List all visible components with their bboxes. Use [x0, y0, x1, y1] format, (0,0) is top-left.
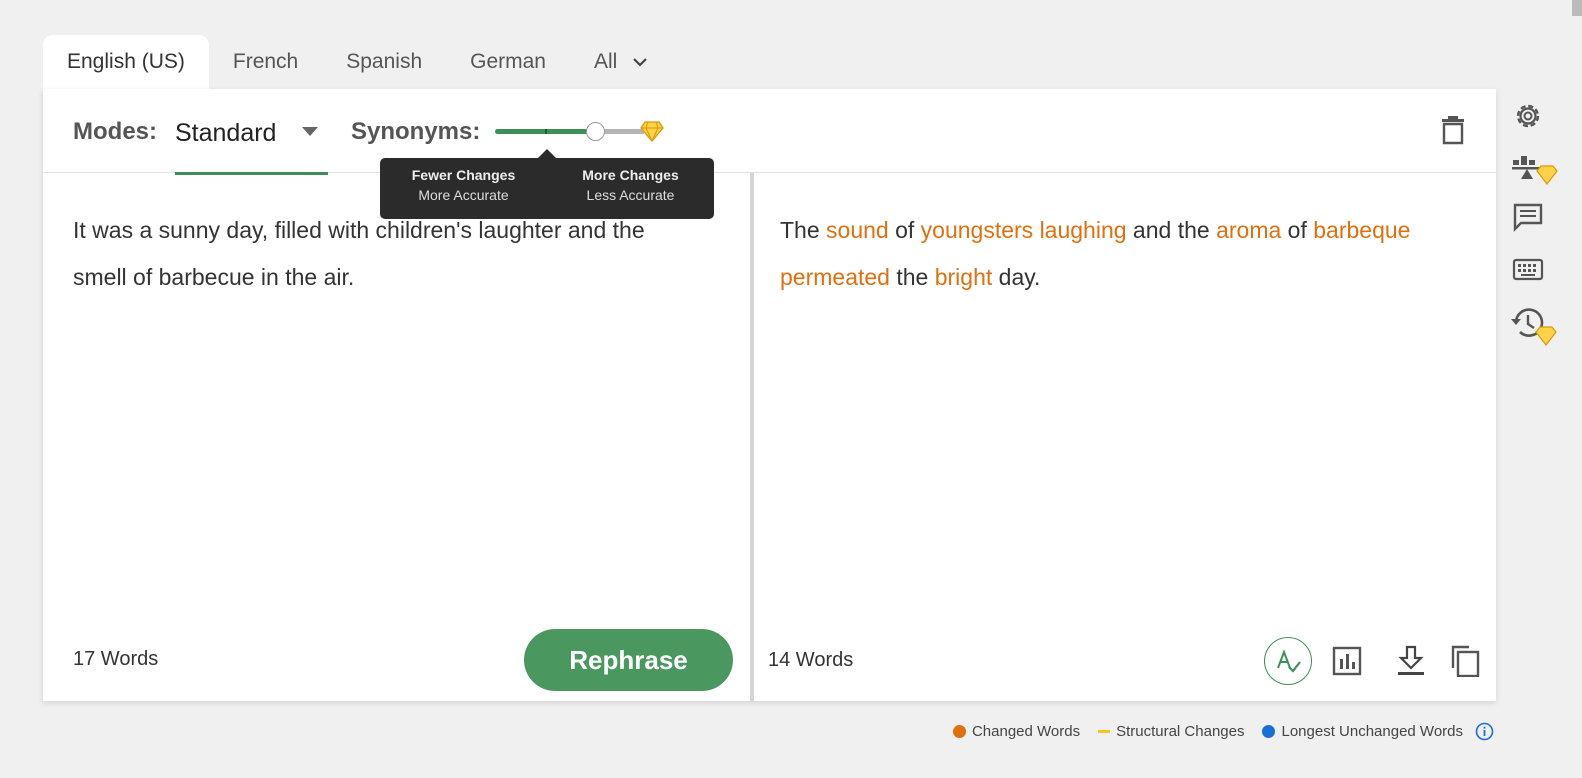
tab-french[interactable]: French	[209, 35, 322, 89]
output-actions	[1263, 637, 1493, 687]
panel-divider[interactable]	[750, 173, 754, 701]
tab-all-languages[interactable]: All	[570, 35, 673, 89]
legend-label: Structural Changes	[1116, 723, 1245, 740]
trash-icon[interactable]	[1440, 115, 1466, 145]
tooltip-title: Fewer Changes	[411, 167, 516, 183]
input-text-area[interactable]: It was a sunny day, filled with children…	[73, 207, 693, 301]
paraphraser-card: Modes: Standard Synonyms: Fewer Changes …	[43, 89, 1496, 701]
yellow-dash-icon	[1098, 730, 1111, 733]
output-text-segment: of	[1281, 217, 1314, 243]
download-icon[interactable]	[1395, 645, 1427, 677]
scrollbar-thumb[interactable]	[1572, 0, 1582, 16]
tooltip-subtitle: Less Accurate	[586, 187, 675, 203]
mode-toolbar: Modes: Standard Synonyms:	[43, 89, 1496, 175]
output-text-segment: the	[889, 264, 935, 290]
changed-word[interactable]: sound	[826, 217, 889, 243]
history-icon[interactable]	[1510, 305, 1560, 349]
mode-dropdown[interactable]: Standard	[175, 89, 328, 175]
tooltip-more-changes: More Changes Less Accurate	[547, 158, 714, 219]
output-text-segment: and the	[1126, 217, 1217, 243]
tab-english-us[interactable]: English (US)	[43, 35, 209, 89]
orange-dot-icon	[952, 725, 966, 738]
feedback-icon[interactable]	[1512, 202, 1544, 232]
keyboard-icon[interactable]	[1512, 257, 1544, 283]
mode-value: Standard	[175, 119, 277, 147]
grammar-check-button[interactable]	[1264, 637, 1312, 685]
tab-label: English (US)	[67, 50, 185, 73]
output-text-segment: day.	[992, 264, 1041, 290]
legend-label: Longest Unchanged Words	[1281, 723, 1463, 740]
changed-word[interactable]: youngsters laughing	[921, 217, 1127, 243]
changed-word[interactable]: bright	[935, 264, 993, 290]
legend-label: Changed Words	[971, 723, 1081, 740]
input-word-count: 17 Words	[73, 648, 159, 670]
rephrase-button[interactable]: Rephrase	[524, 629, 733, 691]
slider-thumb[interactable]	[585, 122, 605, 141]
synonyms-tooltip: Fewer Changes More Accurate More Changes…	[380, 149, 714, 219]
tab-label: All	[593, 50, 618, 73]
tooltip-subtitle: More Accurate	[418, 187, 509, 203]
slider-tick	[545, 129, 547, 134]
copy-icon[interactable]	[1449, 645, 1481, 677]
stats-icon[interactable]	[1331, 645, 1363, 677]
info-icon[interactable]	[1475, 722, 1494, 741]
grammar-check-icon	[1277, 649, 1301, 673]
tab-label: Spanish	[346, 50, 423, 73]
legend-changed-words: Changed Words	[952, 723, 1081, 740]
modes-label: Modes:	[73, 118, 157, 145]
tab-label: French	[232, 50, 299, 73]
chevron-down-icon	[633, 58, 648, 67]
blue-dot-icon	[1262, 725, 1276, 738]
tooltip-fewer-changes: Fewer Changes More Accurate	[380, 158, 547, 219]
gem-icon	[640, 121, 664, 142]
changed-word[interactable]: aroma	[1216, 217, 1281, 243]
language-tabs: English (US) French Spanish German All	[43, 35, 673, 89]
gear-icon[interactable]	[1512, 100, 1544, 132]
output-text-segment: of	[888, 217, 921, 243]
output-text-segment: The	[780, 217, 827, 243]
caret-down-icon	[302, 127, 318, 136]
highlight-legend: Changed Words Structural Changes Longest…	[935, 722, 1494, 741]
compare-icon[interactable]	[1511, 151, 1559, 187]
legend-longest-unchanged: Longest Unchanged Words	[1262, 723, 1463, 740]
synonyms-label: Synonyms:	[351, 118, 481, 145]
output-word-count: 14 Words	[768, 649, 854, 671]
output-text-area[interactable]: The sound of youngsters laughing and the…	[780, 207, 1460, 301]
tab-spanish[interactable]: Spanish	[322, 35, 446, 89]
tooltip-title: More Changes	[582, 167, 679, 183]
legend-structural-changes: Structural Changes	[1098, 723, 1244, 740]
tab-label: German	[470, 50, 546, 73]
tab-german[interactable]: German	[446, 35, 570, 89]
